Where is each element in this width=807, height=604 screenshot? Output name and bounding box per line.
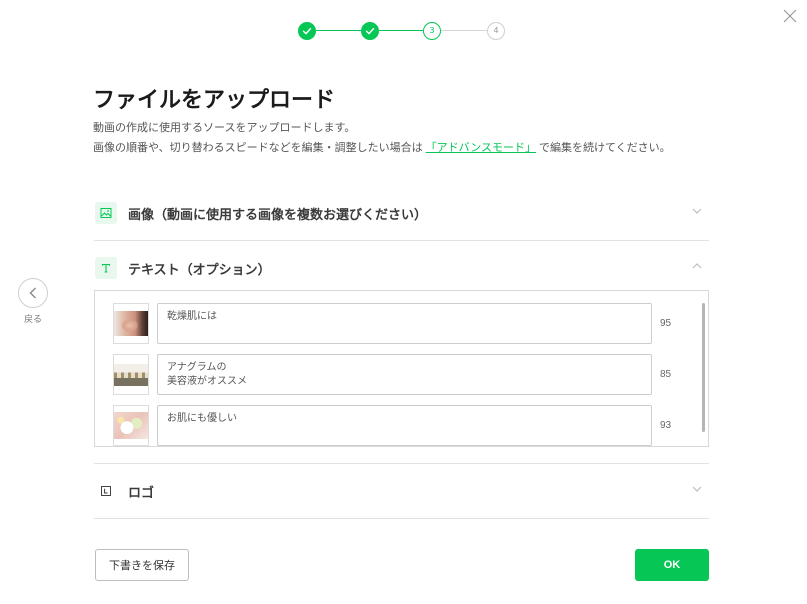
check-icon: [365, 27, 375, 35]
remaining-char-count: 93: [660, 420, 672, 431]
thumbnail-image: [114, 363, 148, 386]
thumbnail-image: [114, 412, 148, 439]
chevron-down-icon: [692, 486, 702, 492]
close-button[interactable]: [781, 7, 798, 24]
text-item-row: 乾燥肌には 95: [113, 303, 708, 344]
chevron-up-icon: [692, 263, 702, 269]
text-section-title: テキスト（オプション）: [128, 261, 271, 277]
step-connector: [316, 30, 361, 31]
images-section-title: 画像（動画に使用する画像を複数お選びください）: [128, 206, 428, 222]
image-thumbnail[interactable]: [113, 354, 149, 395]
intro-line-1: 動画の作成に使用するソースをアップロードします。: [93, 122, 356, 134]
logo-section-title: ロゴ: [128, 484, 155, 500]
advanced-mode-link[interactable]: 「アドバンスモード」: [426, 142, 536, 154]
image-thumbnail[interactable]: [113, 303, 149, 344]
chevron-left-icon: [18, 278, 48, 308]
text-item-row: お肌にも優しい 93: [113, 405, 708, 446]
images-section-header[interactable]: 画像（動画に使用する画像を複数お選びください）: [94, 200, 709, 226]
text-item-row: アナグラムの 美容液がオススメ 85: [113, 354, 708, 395]
step-1: [298, 22, 316, 40]
upload-dialog: 3 4 ファイルをアップロード 動画の作成に使用するソースをアップロードします。…: [0, 0, 807, 604]
step-connector: [441, 30, 487, 31]
step-number: 3: [429, 26, 435, 35]
ok-button[interactable]: OK: [635, 549, 709, 581]
intro-line-2-prefix: 画像の順番や、切り替わるスピードなどを編集・調整したい場合は: [93, 142, 423, 154]
close-icon: [783, 9, 796, 22]
save-draft-button[interactable]: 下書きを保存: [95, 549, 189, 581]
thumbnail-image: [114, 311, 148, 336]
step-2: [361, 22, 379, 40]
text-item-input[interactable]: お肌にも優しい: [157, 405, 652, 446]
step-connector: [379, 30, 423, 31]
intro-line-2: 画像の順番や、切り替わるスピードなどを編集・調整したい場合は 「アドバンスモード」…: [93, 138, 671, 158]
text-section-header[interactable]: テキスト（オプション）: [94, 255, 709, 281]
logo-section-header[interactable]: ロゴ: [94, 478, 709, 504]
back-label: 戻る: [23, 314, 42, 324]
image-icon: [95, 202, 117, 224]
back-button[interactable]: 戻る: [13, 278, 53, 325]
remaining-char-count: 85: [660, 369, 672, 380]
text-item-input[interactable]: 乾燥肌には: [157, 303, 652, 344]
step-3: 3: [423, 22, 441, 40]
text-items-panel: 乾燥肌には 95 アナグラムの 美容液がオススメ 85 お肌にも優しい 93: [94, 290, 709, 447]
text-icon: [95, 257, 117, 279]
remaining-char-count: 95: [660, 318, 672, 329]
page-title: ファイルをアップロード: [93, 87, 336, 112]
image-thumbnail[interactable]: [113, 405, 149, 446]
text-item-input[interactable]: アナグラムの 美容液がオススメ: [157, 354, 652, 395]
step-4: 4: [487, 22, 505, 40]
section-divider: [94, 240, 709, 241]
check-icon: [302, 27, 312, 35]
logo-icon: [95, 480, 117, 502]
text-list-scrollbar[interactable]: [702, 303, 705, 432]
intro-line-2-suffix: で編集を続けてください。: [539, 142, 671, 154]
step-number: 4: [493, 26, 499, 35]
section-divider: [94, 518, 709, 519]
chevron-down-icon: [692, 208, 702, 214]
text-items-list: 乾燥肌には 95 アナグラムの 美容液がオススメ 85 お肌にも優しい 93: [95, 291, 708, 446]
section-divider: [94, 463, 709, 464]
intro-text: 動画の作成に使用するソースをアップロードします。 画像の順番や、切り替わるスピー…: [93, 118, 671, 158]
